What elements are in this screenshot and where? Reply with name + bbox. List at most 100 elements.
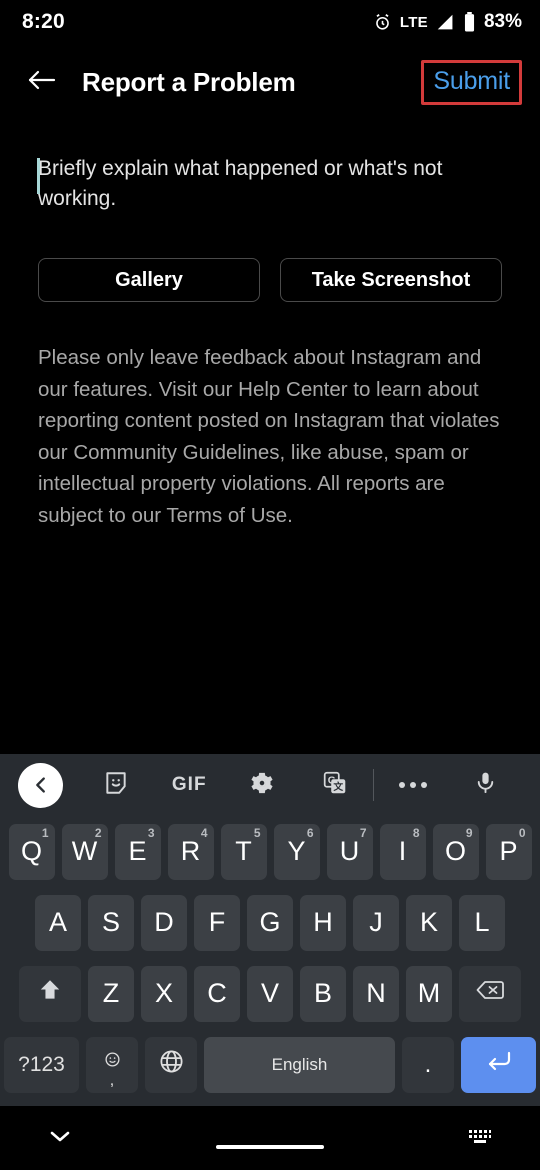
arrow-left-icon bbox=[27, 68, 57, 97]
shift-key[interactable] bbox=[19, 965, 81, 1022]
chevron-down-icon bbox=[47, 1127, 73, 1150]
symbols-key[interactable]: ?123 bbox=[4, 1036, 79, 1093]
key-c[interactable]: C bbox=[194, 965, 240, 1022]
key-d[interactable]: D bbox=[141, 894, 187, 951]
chevron-left-icon bbox=[18, 762, 63, 808]
gif-icon: GIF bbox=[171, 774, 207, 795]
backspace-key[interactable] bbox=[459, 965, 521, 1022]
home-indicator[interactable] bbox=[90, 1127, 450, 1149]
key-t[interactable]: 5T bbox=[220, 823, 267, 880]
problem-description-field[interactable]: Briefly explain what happened or what's … bbox=[37, 120, 502, 214]
microphone-icon bbox=[473, 770, 498, 800]
virtual-keyboard: GIF G 文 bbox=[0, 754, 540, 1106]
page-title: Report a Problem bbox=[82, 66, 296, 97]
key-label: R bbox=[180, 836, 201, 866]
key-superscript: 7 bbox=[359, 825, 367, 840]
key-h[interactable]: H bbox=[300, 894, 346, 951]
key-s[interactable]: S bbox=[88, 894, 134, 951]
keyboard-settings-button[interactable] bbox=[226, 762, 299, 808]
key-superscript: 4 bbox=[200, 825, 208, 840]
keyboard-row-4: ?123 , English . bbox=[4, 1029, 536, 1100]
keyboard-switcher-button[interactable] bbox=[450, 1127, 510, 1150]
key-f[interactable]: F bbox=[194, 894, 240, 951]
key-label: I bbox=[398, 836, 407, 866]
key-x[interactable]: X bbox=[141, 965, 187, 1022]
gear-icon bbox=[249, 770, 275, 801]
overflow-icon bbox=[398, 782, 427, 788]
keyboard-row-2: A S D F G H J K L bbox=[4, 887, 536, 958]
comma-key[interactable]: , bbox=[86, 1036, 138, 1093]
key-label: U bbox=[339, 836, 360, 866]
key-superscript: 5 bbox=[253, 825, 261, 840]
key-o[interactable]: 9O bbox=[432, 823, 479, 880]
space-key[interactable]: English bbox=[204, 1036, 395, 1093]
alarm-icon bbox=[373, 13, 392, 32]
key-i[interactable]: 8I bbox=[379, 823, 426, 880]
key-k[interactable]: K bbox=[406, 894, 452, 951]
key-label: W bbox=[71, 836, 98, 866]
app-header: Report a Problem Submit bbox=[0, 44, 540, 120]
key-superscript: 3 bbox=[147, 825, 155, 840]
svg-text:文: 文 bbox=[333, 779, 343, 792]
toolbar-divider bbox=[373, 769, 375, 801]
keyboard-row-3: Z X C V B N M bbox=[4, 958, 536, 1029]
key-superscript: 8 bbox=[412, 825, 420, 840]
key-w[interactable]: 2W bbox=[61, 823, 108, 880]
key-label: E bbox=[128, 836, 147, 866]
take-screenshot-button[interactable]: Take Screenshot bbox=[280, 258, 502, 302]
key-superscript: 0 bbox=[518, 825, 526, 840]
key-m[interactable]: M bbox=[406, 965, 452, 1022]
key-n[interactable]: N bbox=[353, 965, 399, 1022]
key-l[interactable]: L bbox=[459, 894, 505, 951]
status-time: 8:20 bbox=[22, 10, 65, 33]
status-icons: LTE 83% bbox=[373, 11, 522, 33]
language-switch-key[interactable] bbox=[145, 1036, 197, 1093]
comma-label: , bbox=[109, 1072, 115, 1089]
keyboard-rows: 1Q 2W 3E 4R 5T 6Y 7U 8I 9O 0P A S D F G … bbox=[0, 816, 540, 1106]
submit-button[interactable]: Submit bbox=[433, 67, 510, 95]
gif-button[interactable]: GIF bbox=[153, 762, 226, 808]
keyboard-back-button[interactable] bbox=[18, 762, 80, 808]
emoji-icon bbox=[104, 1044, 121, 1075]
key-a[interactable]: A bbox=[35, 894, 81, 951]
key-superscript: 1 bbox=[41, 825, 49, 840]
enter-icon bbox=[484, 1048, 514, 1081]
key-label: O bbox=[444, 836, 466, 866]
battery-percent: 83% bbox=[483, 11, 522, 32]
text-caret bbox=[37, 158, 40, 194]
key-e[interactable]: 3E bbox=[114, 823, 161, 880]
period-key[interactable]: . bbox=[402, 1036, 454, 1093]
globe-icon bbox=[158, 1048, 185, 1082]
hide-keyboard-button[interactable] bbox=[30, 1127, 90, 1150]
key-label: T bbox=[235, 836, 252, 866]
keyboard-overflow-button[interactable] bbox=[376, 762, 449, 808]
key-superscript: 6 bbox=[306, 825, 314, 840]
enter-key[interactable] bbox=[461, 1036, 536, 1093]
shift-icon bbox=[37, 977, 63, 1010]
key-label: Y bbox=[287, 836, 306, 866]
key-v[interactable]: V bbox=[247, 965, 293, 1022]
key-b[interactable]: B bbox=[300, 965, 346, 1022]
network-type-label: LTE bbox=[399, 13, 428, 31]
translate-button[interactable]: G 文 bbox=[298, 762, 371, 808]
key-j[interactable]: J bbox=[353, 894, 399, 951]
key-z[interactable]: Z bbox=[88, 965, 134, 1022]
sticker-button[interactable] bbox=[80, 762, 153, 808]
main-content: Briefly explain what happened or what's … bbox=[0, 120, 540, 531]
key-p[interactable]: 0P bbox=[485, 823, 532, 880]
key-g[interactable]: G bbox=[247, 894, 293, 951]
key-q[interactable]: 1Q bbox=[8, 823, 55, 880]
keyboard-icon bbox=[467, 1127, 493, 1150]
key-y[interactable]: 6Y bbox=[273, 823, 320, 880]
gallery-button[interactable]: Gallery bbox=[38, 258, 260, 302]
voice-input-button[interactable] bbox=[449, 762, 522, 808]
submit-button-highlight: Submit bbox=[421, 59, 522, 105]
key-superscript: 2 bbox=[94, 825, 102, 840]
signal-icon bbox=[436, 13, 455, 32]
back-button[interactable] bbox=[22, 62, 62, 102]
sticker-icon bbox=[103, 770, 129, 801]
keyboard-toolbar: GIF G 文 bbox=[0, 754, 540, 816]
key-u[interactable]: 7U bbox=[326, 823, 373, 880]
attachment-buttons: Gallery Take Screenshot bbox=[38, 258, 502, 302]
key-r[interactable]: 4R bbox=[167, 823, 214, 880]
